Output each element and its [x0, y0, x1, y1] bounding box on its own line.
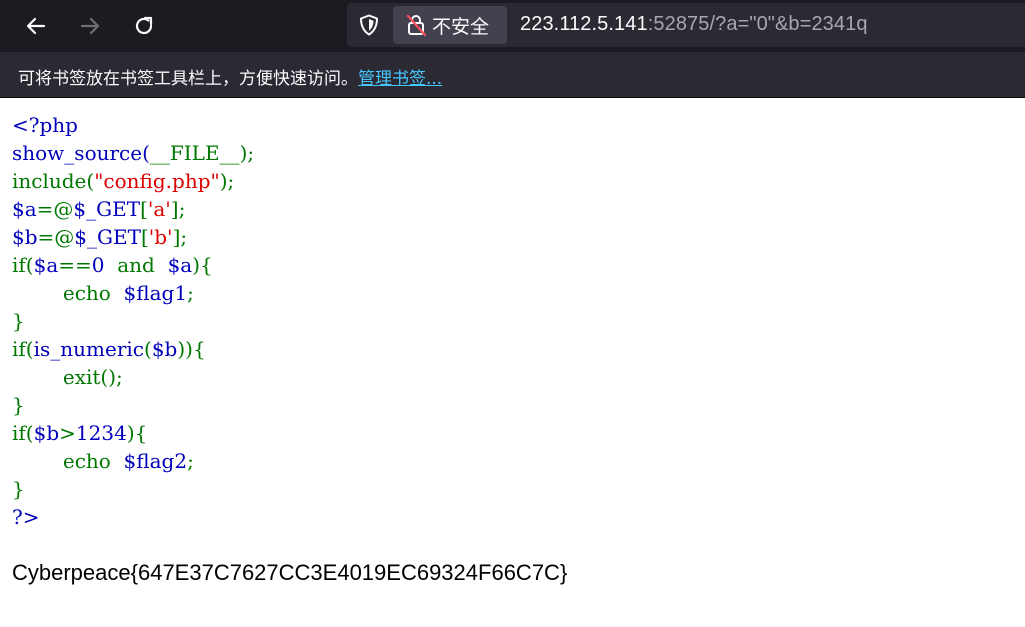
code-token: > — [59, 421, 76, 445]
code-token: $a — [167, 253, 193, 277]
url-host: 223.112.5.141 — [520, 13, 648, 35]
url-text[interactable]: 223.112.5.141:52875/?a="0"&b=2341q — [520, 13, 868, 36]
code-token: if( — [12, 253, 34, 277]
security-indicator[interactable]: 不安全 — [393, 6, 507, 44]
bookmarks-toolbar: 可将书签放在书签工具栏上，方便快速访问。管理书签... — [0, 52, 1025, 98]
code-token: 0 — [91, 253, 105, 277]
code-token: show_source( — [12, 141, 150, 165]
url-path: :52875/?a="0"&b=2341q — [647, 13, 868, 35]
browser-toolbar: 不安全 223.112.5.141:52875/?a="0"&b=2341q — [0, 0, 1025, 52]
bookmarks-message: 可将书签放在书签工具栏上，方便快速访问。 — [18, 69, 358, 89]
code-token: ){ — [192, 253, 213, 277]
code-token: $b — [12, 225, 38, 249]
insecure-lock-icon — [406, 14, 427, 37]
code-token: $a — [12, 197, 37, 221]
code-token: echo — [12, 281, 124, 305]
flag-output: Cyberpeace{647E37C7627CC3E4019EC69324F66… — [12, 560, 568, 585]
code-token: if( — [12, 337, 34, 361]
code-token: ; — [187, 281, 194, 305]
code-token: $_GET — [73, 197, 141, 221]
code-token: $_GET — [74, 225, 141, 249]
code-token: =@ — [36, 197, 74, 221]
code-line: } — [12, 393, 25, 417]
php-source-code: <?php show_source(__FILE__); include("co… — [12, 111, 254, 531]
code-token: include( — [12, 169, 95, 193]
code-token: $flag1 — [123, 281, 188, 305]
code-token: [ — [140, 225, 149, 249]
code-line: } — [12, 477, 25, 501]
code-line: exit(); — [12, 365, 123, 389]
code-token: $b — [33, 421, 60, 445]
code-token: )){ — [177, 337, 206, 361]
security-label: 不安全 — [432, 15, 490, 38]
code-token: echo — [12, 449, 124, 473]
code-token: $a — [33, 253, 59, 277]
code-token: if( — [12, 421, 34, 445]
code-token: ){ — [126, 421, 148, 445]
arrow-left-icon — [26, 17, 46, 35]
code-line: } — [12, 309, 25, 333]
code-line: <?php — [12, 113, 78, 137]
back-button[interactable] — [18, 8, 54, 44]
forward-button[interactable] — [72, 8, 108, 44]
code-token: ); — [239, 141, 255, 165]
code-token: ]; — [170, 197, 186, 221]
reload-button[interactable] — [126, 8, 162, 44]
code-token: $b — [151, 337, 178, 361]
code-token: ); — [219, 169, 235, 193]
code-token: 1234 — [75, 421, 127, 445]
reload-icon — [135, 16, 153, 35]
code-token: 'b' — [148, 225, 173, 249]
code-token: [ — [140, 197, 148, 221]
code-token: ]; — [172, 225, 188, 249]
code-line: ?> — [12, 505, 40, 529]
shield-icon[interactable] — [357, 13, 381, 37]
code-token: and — [104, 253, 168, 277]
code-token: "config.php" — [94, 169, 220, 193]
code-token: 'a' — [147, 197, 171, 221]
code-token: __FILE__ — [149, 141, 240, 165]
code-token: == — [58, 253, 92, 277]
arrow-right-icon — [80, 17, 100, 35]
code-token: =@ — [37, 225, 75, 249]
bookmarks-message-row: 可将书签放在书签工具栏上，方便快速访问。管理书签... — [18, 64, 442, 89]
code-token: $flag2 — [123, 449, 188, 473]
code-token: ( — [144, 337, 152, 361]
code-token: is_numeric — [33, 337, 144, 361]
code-token: ; — [187, 449, 194, 473]
url-bar[interactable]: 不安全 223.112.5.141:52875/?a="0"&b=2341q — [347, 3, 1025, 47]
manage-bookmarks-link[interactable]: 管理书签... — [358, 69, 442, 89]
